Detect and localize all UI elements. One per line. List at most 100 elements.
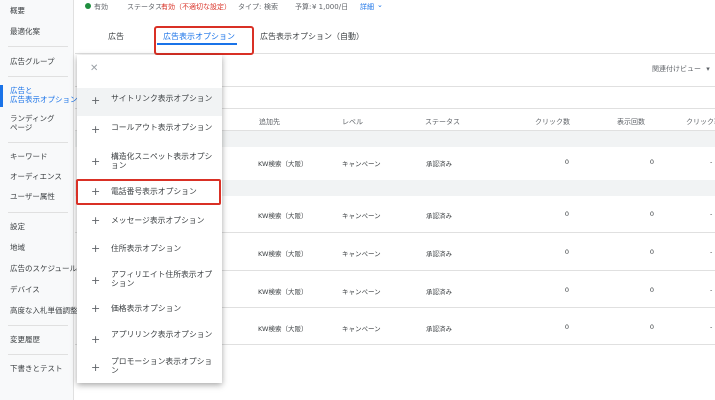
nav-ad-groups[interactable]: 広告グループ: [10, 57, 55, 67]
menu-item-label: 住所表示オプション: [111, 244, 182, 253]
cell-ctr: -: [710, 286, 713, 294]
budget-value: ¥ 1,000/日: [312, 3, 349, 11]
tab-ads[interactable]: 広告: [108, 31, 124, 42]
cell-status: 承認済み: [426, 325, 452, 333]
divider: [8, 46, 68, 47]
cell-ctr: -: [710, 323, 713, 331]
plus-icon: +: [91, 333, 101, 346]
divider: [8, 354, 68, 355]
menu-item-price[interactable]: + 価格表示オプション: [77, 298, 222, 324]
nav-overview[interactable]: 概要: [10, 6, 25, 16]
menu-item-label: サイトリンク表示オプション: [111, 94, 213, 103]
campaign-status-bar: 有効 ステータス: 有効（不適切な設定） タイプ: 検索 予算: ¥ 1,000…: [75, 0, 715, 14]
highlight-box-tab: [154, 26, 254, 55]
plus-icon: +: [91, 274, 101, 287]
plus-icon: +: [91, 123, 101, 136]
nav-advanced-bid-adjustments[interactable]: 高度な入札単価調整: [10, 306, 78, 316]
view-selector[interactable]: 関連付けビュー ▾: [652, 64, 710, 74]
menu-item-label: アプリリンク表示オプション: [111, 330, 213, 339]
chevron-down-icon[interactable]: ⌄: [377, 1, 383, 9]
nav-recommendations[interactable]: 最適化案: [10, 27, 40, 37]
cell-impressions: 0: [649, 286, 654, 294]
status-detail: 有効（不適切な設定）: [161, 3, 231, 11]
cell-added-to: KW検索（大阪）: [258, 160, 308, 168]
nav-ads-extensions[interactable]: 広告表示オプション: [10, 95, 78, 105]
active-indicator: [0, 85, 3, 107]
nav-drafts-experiments[interactable]: 下書きとテスト: [10, 364, 63, 374]
nav-devices[interactable]: デバイス: [10, 285, 40, 295]
cell-ctr: -: [710, 210, 713, 218]
divider: [8, 142, 68, 143]
plus-icon: +: [91, 94, 101, 107]
cell-clicks: 0: [564, 210, 569, 218]
cell-impressions: 0: [649, 323, 654, 331]
nav-change-history[interactable]: 変更履歴: [10, 335, 40, 345]
cell-added-to: KW検索（大阪）: [258, 288, 308, 296]
highlight-box-call-extension: [76, 179, 221, 205]
col-header-ctr[interactable]: クリック率: [686, 117, 715, 127]
plus-icon: +: [91, 155, 101, 168]
cell-clicks: 0: [564, 248, 569, 256]
divider: [8, 76, 68, 77]
cell-level: キャンペーン: [342, 325, 381, 333]
menu-item-location[interactable]: + 住所表示オプション: [77, 236, 222, 264]
menu-item-label: 価格表示オプション: [111, 304, 182, 313]
cell-level: キャンペーン: [342, 250, 381, 258]
cell-clicks: 0: [564, 323, 569, 331]
nav-keywords[interactable]: キーワード: [10, 152, 48, 162]
nav-landing-pages[interactable]: ページ: [10, 123, 32, 133]
dropdown-arrow-icon: ▾: [706, 65, 710, 73]
cell-level: キャンペーン: [342, 288, 381, 296]
cell-level: キャンペーン: [342, 212, 381, 220]
menu-item-label: 構造化スニペット表示オプション: [111, 152, 213, 170]
plus-icon: +: [91, 214, 101, 227]
cell-impressions: 0: [649, 210, 654, 218]
tab-auto-extensions[interactable]: 広告表示オプション（自動）: [260, 31, 364, 42]
type-label: タイプ:: [238, 3, 262, 11]
cell-clicks: 0: [564, 158, 569, 166]
menu-item-message[interactable]: + メッセージ表示オプション: [77, 207, 222, 235]
col-header-added-to[interactable]: 追加先: [259, 117, 280, 127]
plus-icon: +: [91, 361, 101, 374]
cell-status: 承認済み: [426, 160, 452, 168]
type-value: 検索: [264, 3, 278, 11]
status-dot: [85, 3, 91, 11]
left-nav: 概要 最適化案 広告グループ 広告と 広告表示オプション ランディング ページ …: [0, 0, 78, 400]
cell-impressions: 0: [649, 158, 654, 166]
menu-item-callout[interactable]: + コールアウト表示オプション: [77, 117, 222, 145]
menu-item-affiliate-location[interactable]: + アフィリエイト住所表示オプション: [77, 265, 222, 297]
divider: [8, 212, 68, 213]
col-header-level[interactable]: レベル: [342, 117, 363, 127]
nav-locations[interactable]: 地域: [10, 243, 25, 253]
nav-audiences[interactable]: オーディエンス: [10, 172, 62, 182]
details-link[interactable]: 詳細: [360, 2, 374, 12]
col-header-status[interactable]: ステータス: [425, 117, 460, 127]
cell-ctr: -: [710, 158, 713, 166]
col-header-impressions[interactable]: 表示回数: [617, 117, 645, 127]
cell-added-to: KW検索（大阪）: [258, 250, 308, 258]
cell-added-to: KW検索（大阪）: [258, 212, 308, 220]
menu-item-app[interactable]: + アプリリンク表示オプション: [77, 325, 222, 355]
nav-settings[interactable]: 設定: [10, 222, 25, 232]
col-header-clicks[interactable]: クリック数: [535, 117, 570, 127]
cell-ctr: -: [710, 248, 713, 256]
close-icon[interactable]: ✕: [90, 63, 98, 74]
cell-status: 承認済み: [426, 288, 452, 296]
menu-item-label: アフィリエイト住所表示オプション: [111, 270, 213, 288]
nav-ad-schedule[interactable]: 広告のスケジュール: [10, 264, 77, 274]
menu-item-sitelink[interactable]: + サイトリンク表示オプション: [77, 88, 222, 116]
cell-impressions: 0: [649, 248, 654, 256]
cell-status: 承認済み: [426, 212, 452, 220]
menu-item-promotion[interactable]: + プロモーション表示オプション: [77, 353, 222, 383]
nav-demographics[interactable]: ユーザー属性: [10, 192, 55, 202]
menu-item-label: コールアウト表示オプション: [111, 123, 213, 132]
view-selector-label: 関連付けビュー: [652, 65, 701, 73]
cell-status: 承認済み: [426, 250, 452, 258]
cell-added-to: KW検索（大阪）: [258, 325, 308, 333]
menu-item-structured-snippet[interactable]: + 構造化スニペット表示オプション: [77, 146, 222, 178]
add-extension-menu: ✕ + サイトリンク表示オプション + コールアウト表示オプション + 構造化ス…: [77, 55, 222, 383]
status-label: ステータス:: [127, 3, 165, 11]
divider: [8, 325, 68, 326]
menu-item-label: プロモーション表示オプション: [111, 357, 213, 375]
plus-icon: +: [91, 242, 101, 255]
